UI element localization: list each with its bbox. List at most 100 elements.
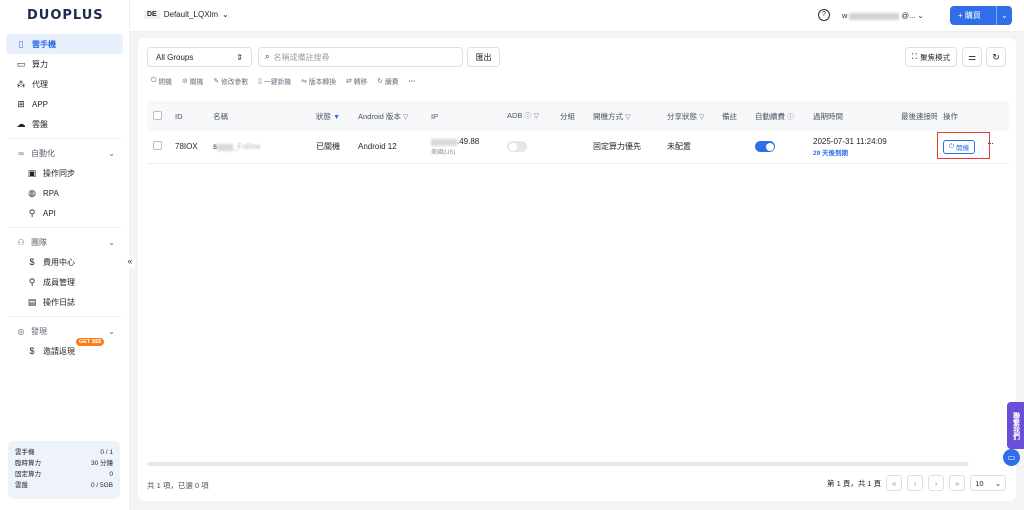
table-row[interactable]: 78IOX s _Follow 已關機 Android 12 .49.88 美國(… — [147, 131, 1009, 164]
divider — [8, 316, 121, 317]
stat-row: 固定算力 0 — [15, 471, 113, 478]
col-last-connect: 最後連接時 — [895, 101, 937, 131]
chevron-updown-icon: ⇕ — [236, 52, 243, 62]
sidebar-group-discover[interactable]: ◎ 發現 ⌄ — [6, 321, 123, 341]
first-page-button[interactable]: « — [886, 475, 903, 491]
sidebar-item-proxy[interactable]: ⁂ 代理 — [6, 74, 123, 94]
power-icon: ⏻ — [151, 77, 157, 84]
sidebar-item-compute[interactable]: ▭ 算力 — [6, 54, 123, 74]
app-grid-icon: ⊞ — [17, 98, 25, 109]
redacted-email — [849, 12, 900, 20]
divider — [8, 227, 121, 228]
filter-icon[interactable]: ▽ — [625, 114, 630, 121]
stat-row: 臨時算力 30 分鐘 — [15, 460, 113, 467]
column-settings-button[interactable]: ⚌ — [962, 47, 982, 67]
cell-actions: ⏻ 開機 — [937, 131, 1009, 164]
search-box[interactable]: ⌕ — [258, 47, 463, 67]
sidebar-group-automation[interactable]: ∞ 自動化 ⌄ — [6, 143, 123, 163]
dollar-icon: $ — [29, 346, 35, 356]
col-note: 備註 — [716, 101, 749, 131]
duoplus-logo[interactable]: DUOPLUS — [27, 8, 104, 23]
redacted-ip — [431, 138, 457, 146]
row-checkbox[interactable] — [153, 141, 162, 151]
chevron-down-icon: ⌄ — [221, 10, 229, 19]
chevron-down-icon: ⌄ — [994, 478, 1002, 488]
sidebar-item-api[interactable]: ⚲ API — [6, 203, 123, 223]
cell-last-connect — [895, 131, 937, 164]
sidebar-item-members[interactable]: ⚲ 成員管理 — [6, 272, 123, 292]
env-tag: DE — [144, 10, 160, 19]
cell-share-status: 未配置 — [661, 131, 716, 164]
chevron-down-icon: ⌄ — [108, 326, 115, 336]
last-page-button[interactable]: » — [949, 475, 966, 491]
focus-mode-button[interactable]: ⛶ 聚焦模式 — [905, 47, 957, 67]
sidebar-item-label: 算力 — [32, 59, 48, 69]
pagination: 第 1 頁，共 1 頁 « ‹ › » 10 ⌄ — [827, 475, 1007, 491]
filter-icon[interactable]: ▽ — [534, 113, 539, 120]
horizontal-scrollbar[interactable] — [147, 462, 969, 466]
collapse-sidebar-button[interactable]: « — [124, 256, 136, 268]
select-all-cell — [147, 101, 169, 131]
buy-button[interactable]: + 購買 ⌄ — [950, 6, 1012, 25]
search-input[interactable] — [273, 52, 454, 62]
environment-selector[interactable]: DE Default_LQXlm ⌄ — [144, 10, 229, 19]
help-icon[interactable]: ? — [818, 9, 830, 21]
auto-renew-toggle[interactable] — [755, 141, 775, 153]
sidebar-item-rpa[interactable]: ◍ RPA — [6, 183, 123, 203]
filter-icon[interactable]: ▽ — [699, 114, 704, 121]
resource-stats: 雲手機 0 / 1 臨時算力 30 分鐘 固定算力 0 雲盤 0 / 5GB — [8, 441, 120, 499]
filter-icon[interactable]: ▽ — [403, 114, 408, 121]
sidebar-item-referral[interactable]: $ 邀請返現 GET $$$ — [6, 338, 123, 361]
group-select[interactable]: All Groups ⇕ — [147, 47, 252, 67]
group-label: 團隊 — [31, 237, 47, 247]
main-nav: ▯ 雲手機 ▭ 算力 ⁂ 代理 ⊞ APP ☁ 雲盤 ∞ 自動化 ⌄ ▣ 操作同步 — [6, 34, 123, 361]
next-page-button[interactable]: › — [928, 475, 945, 491]
refresh-button[interactable]: ↻ — [986, 47, 1006, 67]
adb-toggle[interactable] — [507, 141, 527, 153]
device-table: ID 名稱 狀態 ▼ Android 版本 ▽ IP ADB ⓘ ▽ 分組 開機… — [147, 101, 1009, 164]
export-button[interactable]: 匯出 — [467, 47, 500, 67]
log-icon: ▤ — [27, 296, 37, 307]
filter-icon[interactable]: ▼ — [333, 114, 340, 121]
info-icon[interactable]: ⓘ — [525, 113, 532, 120]
chevron-down-icon[interactable]: ⌄ — [996, 6, 1012, 25]
sidebar-item-cloud-phone[interactable]: ▯ 雲手機 — [6, 34, 123, 54]
chevron-down-icon: ⌄ — [917, 11, 924, 20]
action-edit-params[interactable]: ✎ 修改參數 — [213, 76, 248, 86]
sidebar-item-logs[interactable]: ▤ 操作日誌 — [6, 292, 123, 312]
chat-icon[interactable]: ▭ — [1003, 449, 1020, 466]
contact-us-button[interactable]: 聯繫我們 — [1007, 402, 1024, 449]
sidebar-item-label: API — [43, 208, 56, 218]
action-power-on[interactable]: ⏻ 開機 — [151, 76, 172, 86]
sidebar-item-label: 操作日誌 — [43, 297, 75, 307]
col-android: Android 版本 ▽ — [352, 101, 425, 131]
page-size-select[interactable]: 10 ⌄ — [970, 475, 1007, 491]
cell-ip: .49.88 美國(US) — [425, 131, 501, 164]
select-all-checkbox[interactable] — [153, 110, 162, 120]
sidebar-group-team[interactable]: ⚇ 團隊 ⌄ — [6, 232, 123, 252]
more-actions-button[interactable]: ··· — [409, 76, 416, 86]
sidebar-item-sync[interactable]: ▣ 操作同步 — [6, 163, 123, 183]
sidebar-item-cloud-drive[interactable]: ☁ 雲盤 — [6, 114, 123, 134]
team-icon: ⚇ — [17, 237, 25, 247]
compass-icon: ◎ — [17, 326, 25, 336]
renew-icon: ↻ — [377, 78, 383, 85]
cell-group — [554, 131, 587, 164]
col-auto-renew: 自動續費 ⓘ — [749, 101, 807, 131]
action-version-convert[interactable]: ⇋ 版本轉換 — [301, 76, 336, 86]
cell-note — [716, 131, 749, 164]
action-transfer[interactable]: ⇄ 轉移 — [346, 76, 367, 86]
info-icon[interactable]: ⓘ — [787, 114, 794, 121]
prev-page-button[interactable]: ‹ — [907, 475, 924, 491]
col-group: 分組 — [554, 101, 587, 131]
sidebar-item-app[interactable]: ⊞ APP — [6, 94, 123, 114]
user-menu[interactable]: w @... ⌄ — [842, 11, 924, 20]
action-renew[interactable]: ↻ 續費 — [377, 76, 398, 86]
convert-icon: ⇋ — [301, 78, 307, 85]
action-new-device[interactable]: ▯ 一鍵新機 — [258, 76, 291, 86]
action-power-off[interactable]: ⊘ 關機 — [182, 76, 203, 86]
row-more-button[interactable]: ··· — [987, 138, 994, 148]
rpa-icon: ◍ — [28, 187, 36, 198]
sidebar-item-billing[interactable]: $ 費用中心 — [6, 252, 123, 272]
power-on-button[interactable]: ⏻ 開機 — [943, 139, 976, 154]
